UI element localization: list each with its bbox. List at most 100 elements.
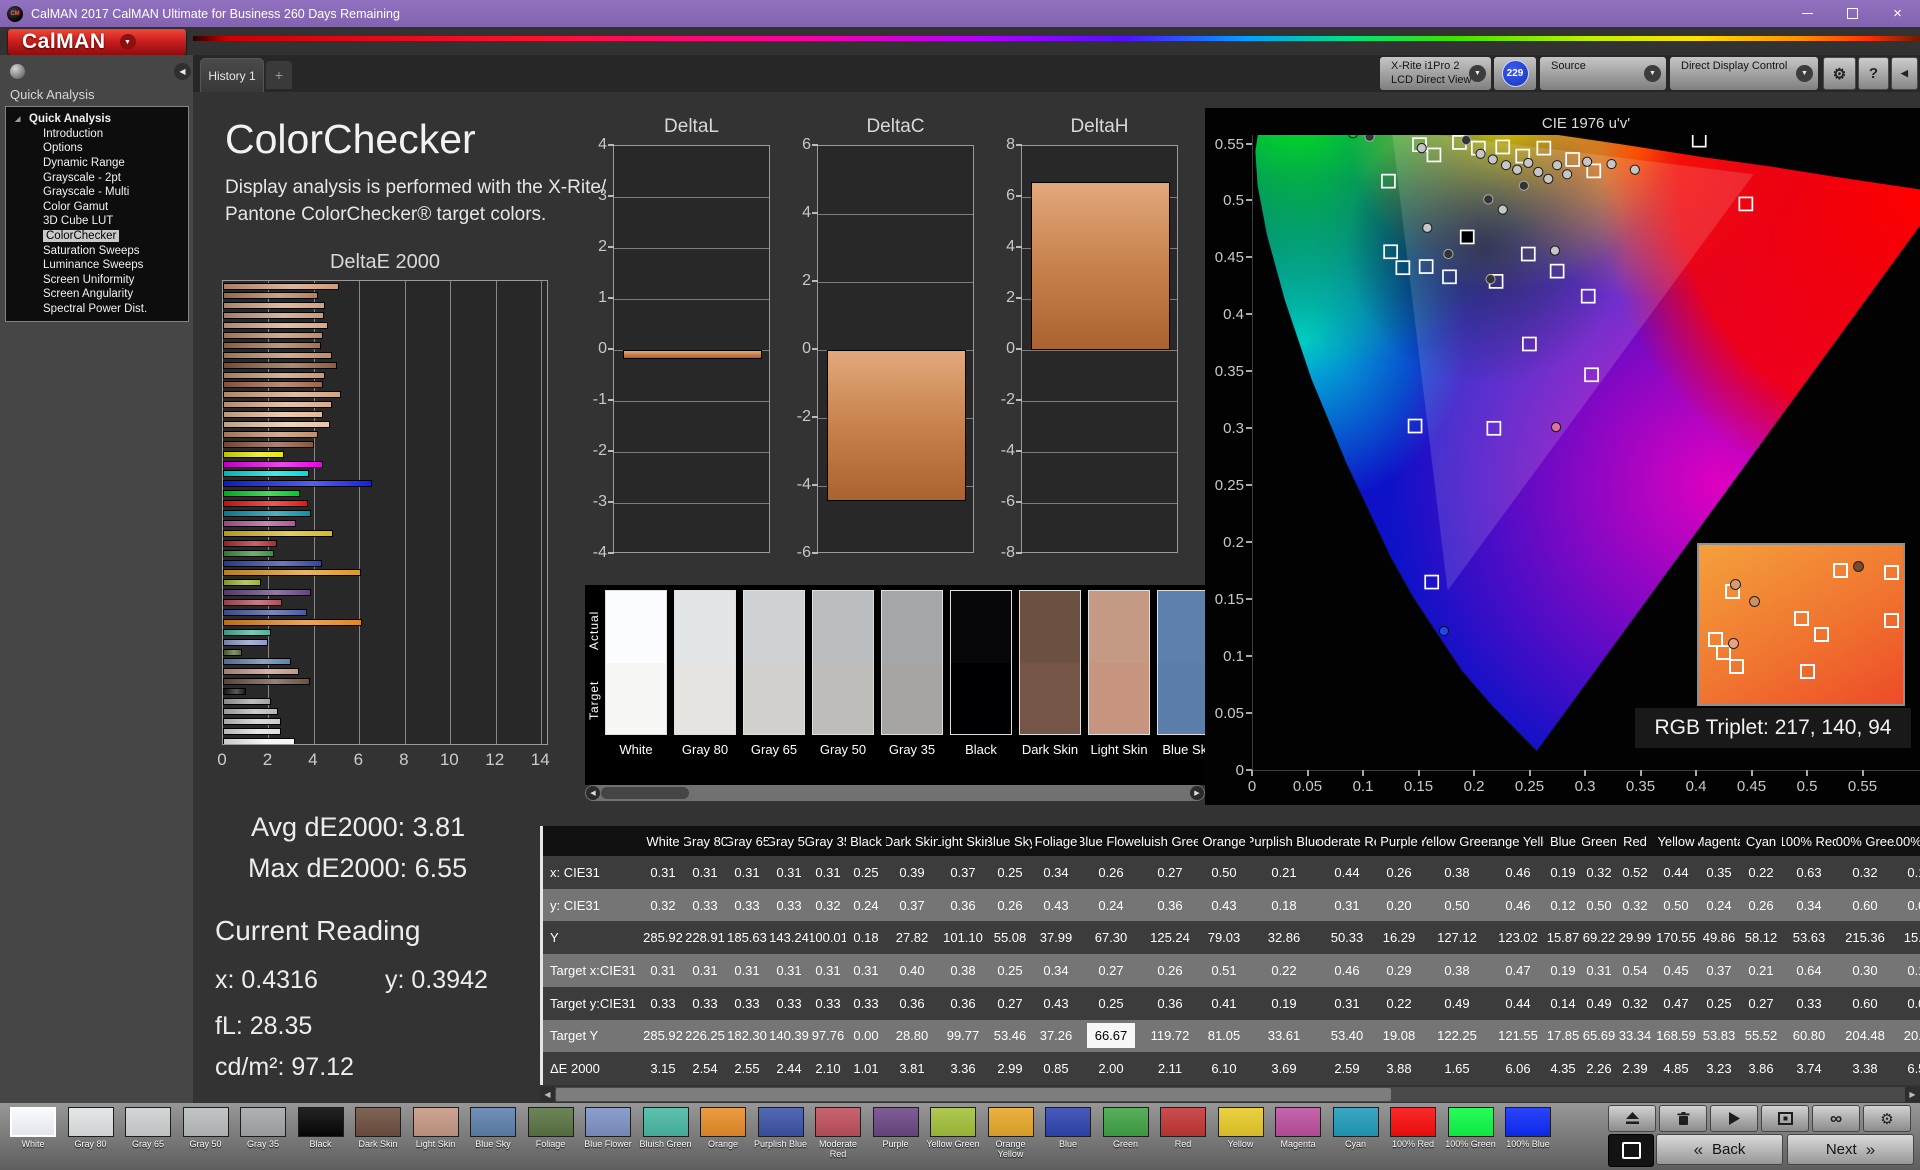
scroll-left-icon[interactable]: ◀ (586, 786, 600, 800)
table-cell[interactable]: 0.24 (846, 889, 886, 922)
table-cell[interactable]: 2.55 (726, 1052, 768, 1085)
table-cell[interactable]: 122.25 (1422, 1020, 1492, 1053)
table-cell[interactable]: 101.10 (938, 921, 988, 954)
sidebar-item-grayscale-multi[interactable]: Grayscale - Multi (6, 185, 188, 200)
close-button[interactable]: × (1875, 0, 1920, 27)
patch-chip-foliage[interactable] (527, 1107, 574, 1137)
table-cell[interactable]: 49.86 (1698, 921, 1740, 954)
table-cell[interactable]: 0.25 (988, 954, 1032, 987)
table-cell[interactable]: 0.34 (1032, 856, 1080, 889)
table-cell[interactable]: 0.32 (1582, 856, 1616, 889)
table-cell[interactable]: 0.22 (1740, 856, 1782, 889)
sidebar-item-colorchecker[interactable]: ColorChecker (6, 229, 188, 244)
patch-chip-100-green[interactable] (1447, 1107, 1494, 1137)
table-cell[interactable]: 0.47 (1492, 954, 1544, 987)
table-cell[interactable]: 0.25 (988, 856, 1032, 889)
table-cell[interactable]: 0.31 (684, 954, 726, 987)
table-cell[interactable]: 100.01 (810, 921, 846, 954)
table-cell[interactable]: 182.30 (726, 1020, 768, 1053)
table-cell[interactable]: 28.80 (886, 1020, 938, 1053)
table-cell[interactable]: 0.31 (1318, 987, 1376, 1020)
sidebar-collapse-button[interactable]: ◀ (174, 63, 191, 80)
minimize-button[interactable] (1785, 0, 1830, 27)
table-cell[interactable]: 0.45 (1654, 954, 1698, 987)
table-cell[interactable]: 0.19 (1544, 856, 1582, 889)
table-cell[interactable]: 0.31 (684, 856, 726, 889)
continuous-measure-button[interactable]: ∞ (1812, 1105, 1860, 1132)
sidebar-item-saturation-sweeps[interactable]: Saturation Sweeps (6, 243, 188, 258)
table-cell[interactable]: 0.33 (726, 987, 768, 1020)
table-cell[interactable]: 0.26 (1740, 889, 1782, 922)
table-cell[interactable]: 0.50 (1654, 889, 1698, 922)
patch-chip-white[interactable] (10, 1107, 56, 1137)
table-cell[interactable]: 27.82 (886, 921, 938, 954)
table-cell[interactable]: 1.01 (846, 1052, 886, 1085)
table-cell[interactable]: 0.49 (1422, 987, 1492, 1020)
table-cell[interactable]: 0.19 (1250, 987, 1318, 1020)
swatch-white[interactable] (605, 590, 667, 735)
table-cell[interactable]: 0.31 (642, 856, 684, 889)
table-cell[interactable]: 20.64 (1894, 1020, 1920, 1053)
table-cell[interactable]: 0.22 (1376, 987, 1422, 1020)
table-cell[interactable]: 125.24 (1142, 921, 1198, 954)
table-scrollbar-thumb[interactable] (556, 1088, 1391, 1101)
table-cell[interactable]: 0.32 (642, 889, 684, 922)
table-cell[interactable]: 0.47 (1654, 987, 1698, 1020)
table-cell[interactable]: 0.51 (1198, 954, 1250, 987)
swatch-gray-50[interactable] (812, 590, 874, 735)
table-cell[interactable]: 0.38 (1422, 856, 1492, 889)
table-cell[interactable]: 65.69 (1582, 1020, 1616, 1053)
sidebar-item-dynamic-range[interactable]: Dynamic Range (6, 156, 188, 171)
table-cell[interactable]: 2.11 (1142, 1052, 1198, 1085)
table-cell[interactable]: 0.43 (1032, 987, 1080, 1020)
table-cell[interactable]: 33.61 (1250, 1020, 1318, 1053)
table-cell[interactable]: 0.31 (810, 856, 846, 889)
pattern-window-button[interactable] (1608, 1134, 1654, 1167)
table-cell[interactable]: 6.06 (1492, 1052, 1544, 1085)
table-cell[interactable]: 0.46 (1492, 856, 1544, 889)
table-selected-cell[interactable]: 66.67 (1086, 1023, 1136, 1049)
table-cell[interactable]: 3.86 (1740, 1052, 1782, 1085)
table-cell[interactable]: 0.15 (1894, 954, 1920, 987)
patch-chip-blue-sky[interactable] (470, 1107, 516, 1137)
help-button[interactable]: ? (1858, 57, 1889, 90)
table-cell[interactable]: 285.92 (642, 1020, 684, 1053)
table-cell[interactable]: 6.10 (1198, 1052, 1250, 1085)
table-cell[interactable]: 0.37 (938, 856, 988, 889)
sidebar-item-screen-uniformity[interactable]: Screen Uniformity (6, 273, 188, 288)
table-cell[interactable]: 204.48 (1836, 1020, 1894, 1053)
calman-logo-menu[interactable]: CalMAN ▼ (8, 29, 186, 55)
table-cell[interactable]: 55.52 (1740, 1020, 1782, 1053)
table-cell[interactable]: 285.92 (642, 921, 684, 954)
table-cell[interactable]: 0.36 (938, 987, 988, 1020)
table-cell[interactable]: 0.60 (1836, 987, 1894, 1020)
table-cell[interactable]: 0.31 (726, 954, 768, 987)
sidebar-item-introduction[interactable]: Introduction (6, 127, 188, 142)
table-scrollbar[interactable]: ◀ ▶ (540, 1087, 1920, 1102)
table-cell[interactable]: 168.59 (1654, 1020, 1698, 1053)
table-cell[interactable]: 0.35 (1698, 856, 1740, 889)
table-cell[interactable]: 0.31 (810, 954, 846, 987)
table-cell[interactable]: 3.23 (1698, 1052, 1740, 1085)
sidebar-item-grayscale-2pt[interactable]: Grayscale - 2pt (6, 170, 188, 185)
table-cell[interactable]: 53.40 (1318, 1020, 1376, 1053)
patch-chip-dark-skin[interactable] (355, 1107, 401, 1137)
table-cell[interactable]: 0.33 (768, 889, 810, 922)
table-cell[interactable]: 4.85 (1654, 1052, 1698, 1085)
table-cell[interactable]: 0.25 (846, 856, 886, 889)
table-cell[interactable]: 0.31 (1582, 954, 1616, 987)
table-cell[interactable]: 0.26 (1376, 856, 1422, 889)
table-cell[interactable]: 0.31 (846, 954, 886, 987)
table-cell[interactable]: 0.04 (1894, 889, 1920, 922)
table-cell[interactable]: 121.55 (1492, 1020, 1544, 1053)
patch-chip-orange-yellow[interactable] (987, 1107, 1034, 1137)
table-cell[interactable]: 0.41 (1198, 987, 1250, 1020)
collapse-panel-button[interactable]: ◀ (1891, 57, 1918, 90)
table-cell[interactable]: 60.80 (1782, 1020, 1836, 1053)
table-cell[interactable]: 2.54 (684, 1052, 726, 1085)
table-cell[interactable]: 0.36 (1142, 987, 1198, 1020)
table-cell[interactable]: 0.20 (1376, 889, 1422, 922)
patch-chip-100-red[interactable] (1390, 1107, 1436, 1137)
display-control-dropdown[interactable]: Direct Display Control ▼ (1670, 57, 1818, 90)
table-cell[interactable]: 140.39 (768, 1020, 810, 1053)
